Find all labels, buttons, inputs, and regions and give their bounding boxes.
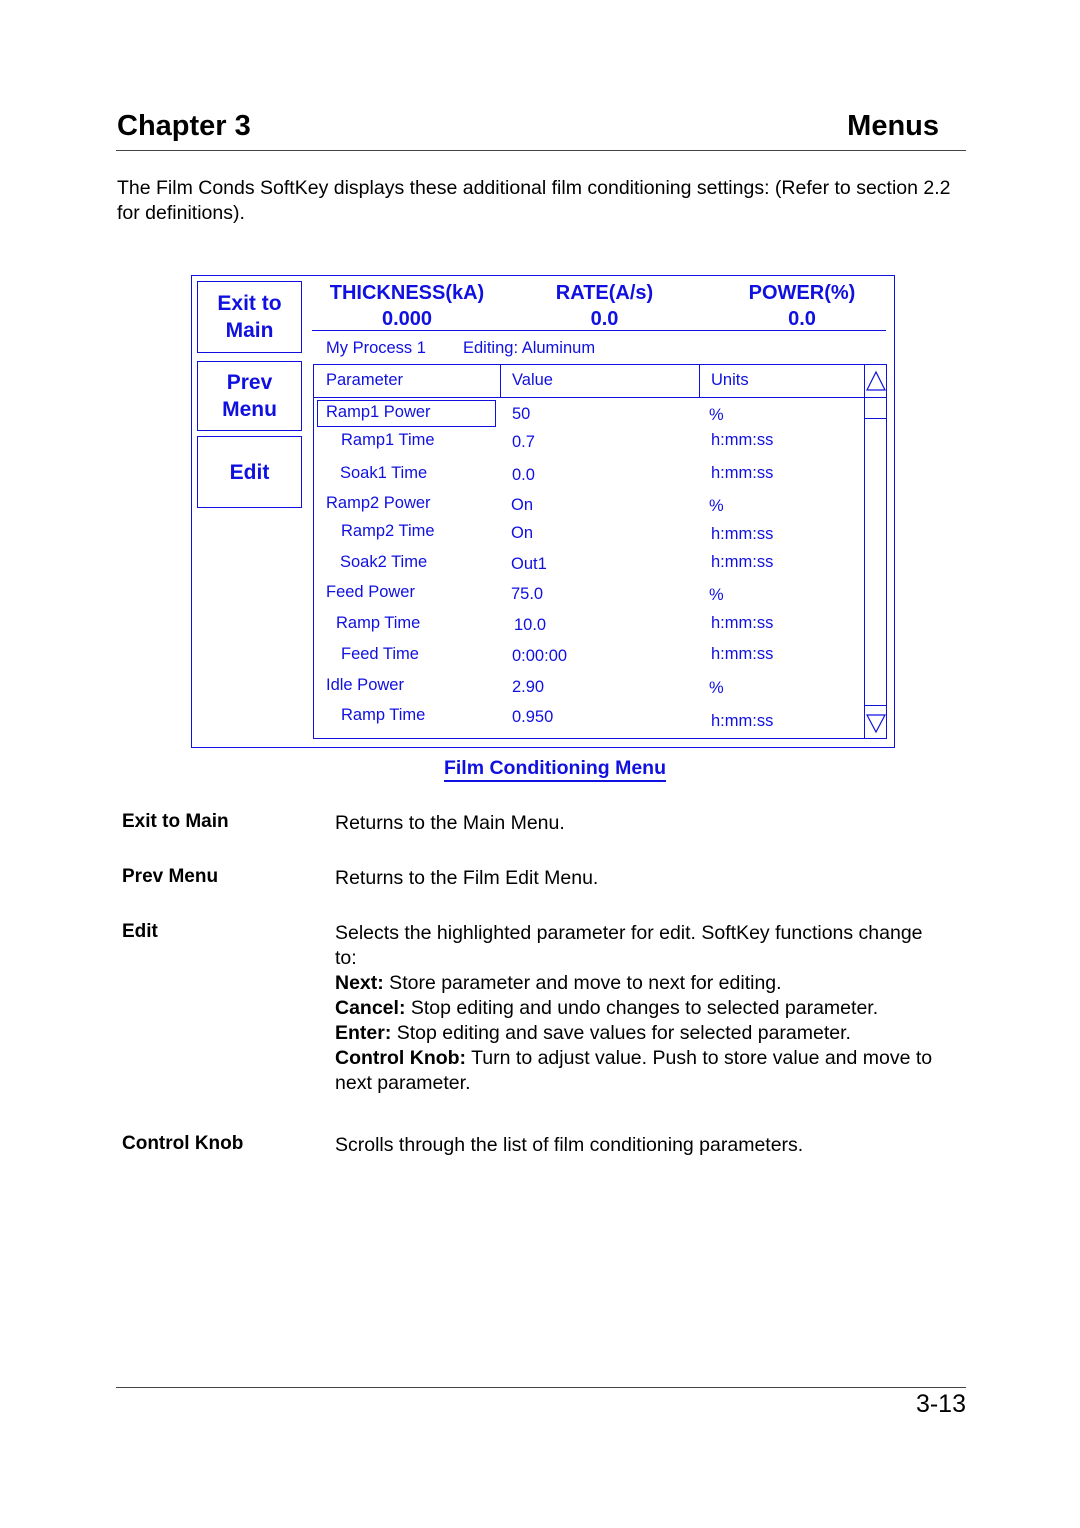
parameter-cell: Ramp Time (341, 706, 426, 724)
power-value: 0.0 (788, 308, 816, 330)
parameter-cell: Ramp1 Time (341, 431, 435, 449)
units-cell: % (709, 679, 724, 697)
softkey-exit-to-main[interactable]: Exit to Main (197, 281, 302, 353)
parameter-cell: Idle Power (326, 676, 404, 694)
edit-sub-enter: Enter: Stop editing and save values for … (335, 1022, 851, 1044)
scroll-down-button[interactable] (865, 705, 887, 738)
triangle-up-icon (866, 370, 886, 391)
thickness-label: THICKNESS(kA) (329, 282, 485, 304)
softkey-edit[interactable]: Edit (197, 436, 302, 508)
column-header-units: Units (711, 371, 749, 389)
units-cell: % (709, 497, 724, 515)
units-cell: h:mm:ss (711, 614, 774, 632)
units-cell: h:mm:ss (711, 712, 774, 730)
desc-control-knob: Scrolls through the list of film conditi… (335, 1134, 804, 1156)
parameter-cell: Ramp1 Power (326, 403, 431, 421)
parameter-cell: Ramp2 Power (326, 494, 431, 512)
column-divider (699, 365, 700, 398)
rate-label: RATE(A/s) (555, 282, 654, 304)
desc-edit: Selects the highlighted parameter for ed… (335, 921, 935, 1096)
triangle-down-icon (866, 714, 886, 733)
value-cell: Out1 (511, 555, 547, 573)
value-cell: 50 (512, 405, 531, 423)
footer-rule (116, 1387, 966, 1388)
parameter-cell: Feed Power (326, 583, 415, 601)
units-cell: % (709, 406, 724, 424)
softkey-label: Exit to Main (217, 292, 282, 342)
softkey-prev-menu[interactable]: Prev Menu (197, 361, 302, 431)
thickness-value: 0.000 (381, 308, 433, 330)
section-title: Menus (847, 110, 939, 142)
chapter-title: Chapter 3 (117, 110, 251, 142)
scroll-thumb[interactable] (865, 398, 887, 419)
parameter-table: Parameter Value Units Ramp1 Power 50% Ramp… (313, 364, 887, 739)
process-name: My Process 1 (326, 339, 426, 357)
value-cell: 75.0 (511, 585, 544, 603)
value-cell: 0.950 (512, 708, 554, 726)
parameter-cell: Soak1 Time (340, 464, 428, 482)
header-rule (116, 150, 966, 151)
column-header-parameter: Parameter (326, 371, 404, 389)
editing-status: Editing: Aluminum (463, 339, 596, 357)
parameter-cell: Soak2 Time (340, 553, 428, 571)
parameter-cell: Ramp Time (336, 614, 421, 632)
units-cell: h:mm:ss (711, 431, 774, 449)
readout-divider (312, 330, 886, 331)
value-cell: 0.7 (512, 433, 535, 451)
term-edit: Edit (122, 921, 158, 942)
desc-edit-text: Selects the highlighted parameter for ed… (335, 922, 923, 969)
edit-sub-control-knob: Control Knob: Turn to adjust value. Push… (335, 1047, 933, 1094)
desc-prev-menu: Returns to the Film Edit Menu. (335, 867, 599, 889)
parameter-cell: Feed Time (341, 645, 419, 663)
units-cell: h:mm:ss (711, 553, 774, 571)
softkey-label: Edit (229, 460, 270, 484)
column-header-value: Value (512, 371, 553, 389)
figure-caption: Film Conditioning Menu (0, 757, 1080, 782)
column-divider (500, 365, 501, 398)
units-cell: h:mm:ss (711, 645, 774, 663)
units-cell: h:mm:ss (711, 525, 774, 543)
term-exit-to-main: Exit to Main (122, 811, 229, 832)
edit-sub-next: Next: Store parameter and move to next f… (335, 972, 782, 994)
term-control-knob: Control Knob (122, 1133, 244, 1154)
edit-sub-cancel: Cancel: Stop editing and undo changes to… (335, 997, 879, 1019)
value-cell: On (511, 496, 534, 514)
film-conditioning-screen: Exit to Main Prev Menu Edit THICKNESS(kA… (191, 275, 895, 748)
intro-paragraph: The Film Conds SoftKey displays these ad… (117, 177, 951, 224)
units-cell: h:mm:ss (711, 464, 774, 482)
value-cell: 0.0 (512, 466, 535, 484)
value-cell: 0:00:00 (512, 647, 568, 665)
units-cell: % (709, 586, 724, 604)
term-prev-menu: Prev Menu (122, 866, 219, 887)
page-number: 3-13 (915, 1390, 966, 1418)
value-cell: 10.0 (514, 616, 547, 634)
rate-value: 0.0 (590, 308, 619, 330)
softkey-label: Prev Menu (222, 371, 277, 421)
value-cell: 2.90 (512, 678, 545, 696)
desc-exit-to-main: Returns to the Main Menu. (335, 812, 565, 834)
scroll-up-button[interactable] (865, 365, 887, 398)
value-cell: On (511, 524, 534, 542)
header-divider (314, 397, 864, 398)
power-label: POWER(%) (748, 282, 856, 304)
scrollbar[interactable] (864, 365, 887, 738)
parameter-cell: Ramp2 Time (341, 522, 435, 540)
